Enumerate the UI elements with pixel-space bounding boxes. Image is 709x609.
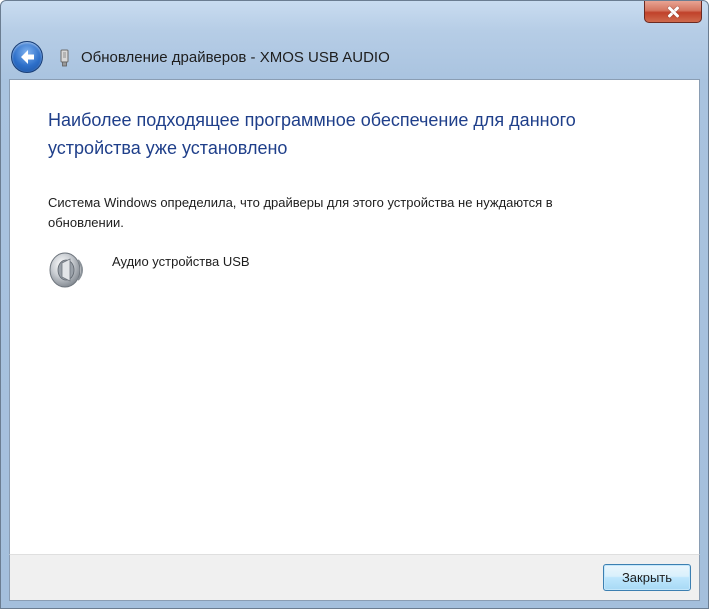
page-heading: Наиболее подходящее программное обеспече…	[48, 110, 576, 158]
window-close-button[interactable]	[644, 1, 702, 23]
close-icon	[667, 6, 679, 18]
device-label: Аудио устройства USB	[112, 254, 250, 269]
back-button[interactable]	[11, 41, 43, 73]
usb-device-icon	[60, 49, 69, 67]
dialog-window: Обновление драйверов - XMOS USB AUDIO На…	[0, 0, 709, 609]
back-arrow-icon	[21, 50, 34, 64]
close-button[interactable]: Закрыть	[603, 564, 691, 591]
description-text: Система Windows определила, что драйверы…	[48, 195, 553, 230]
window-title: Обновление драйверов - XMOS USB AUDIO	[81, 49, 390, 66]
speaker-icon	[49, 252, 83, 288]
content-panel: Наиболее подходящее программное обеспече…	[9, 79, 700, 554]
dialog-footer: Закрыть	[9, 554, 700, 601]
